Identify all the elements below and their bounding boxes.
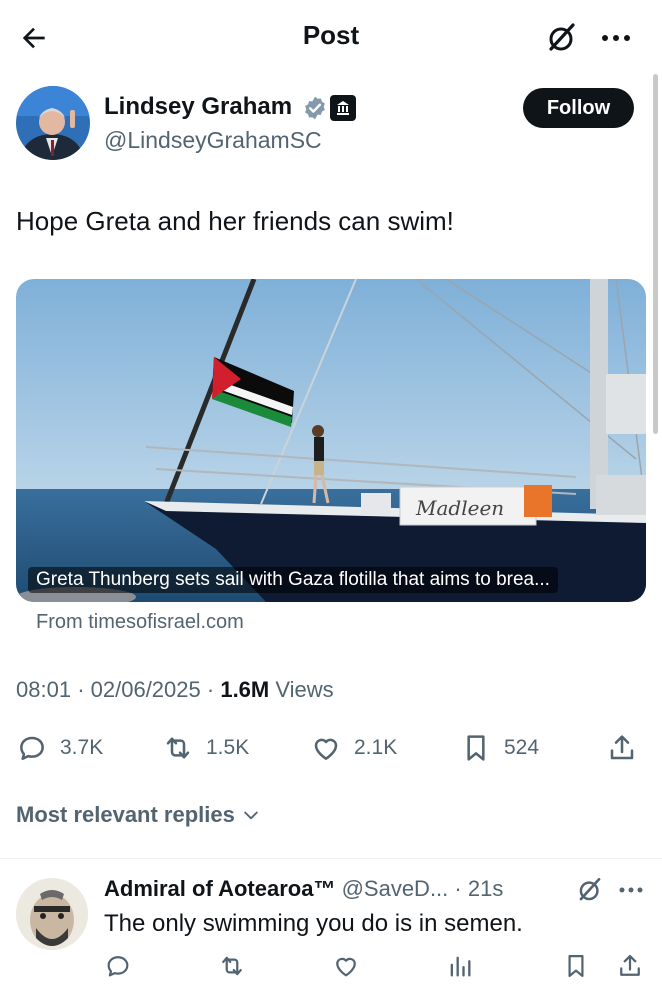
bookmark-button[interactable]: 524 — [460, 728, 539, 768]
reply-like-button[interactable] — [332, 952, 362, 982]
author-avatar[interactable] — [16, 86, 90, 160]
reply-author-name[interactable]: Admiral of Aotearoa™ — [104, 876, 335, 901]
boat-name-text: Madleen — [415, 496, 504, 520]
post-date: 02/06/2025 — [90, 677, 201, 702]
views-label[interactable]: Views — [275, 677, 333, 702]
post-time: 08:01 — [16, 677, 72, 702]
reply-reply-button[interactable] — [104, 952, 134, 982]
follow-button[interactable]: Follow — [523, 88, 634, 128]
reply-count: 3.7K — [60, 736, 104, 759]
action-bar: 3.7K 1.5K 2.1K 524 — [0, 728, 662, 768]
reply-icon — [20, 736, 44, 760]
more-horizontal-icon — [602, 35, 630, 41]
reply-separator: · — [454, 876, 462, 901]
reply-author-handle[interactable]: @SaveD... — [342, 876, 449, 901]
post-meta: 08:01 · 02/06/2025 · 1.6M Views — [16, 677, 334, 703]
repost-count: 1.5K — [206, 736, 250, 759]
reply-header: Admiral of Aotearoa™ @SaveD... · 21s — [104, 876, 503, 902]
share-icon — [620, 954, 640, 976]
link-card[interactable]: Madleen Greta Thunberg sets sail with Ga… — [16, 279, 646, 602]
reply-text: The only swimming you do is in semen. — [104, 910, 523, 937]
reply-share-button[interactable] — [616, 952, 646, 982]
grok-button[interactable] — [542, 18, 582, 58]
more-horizontal-icon — [619, 887, 643, 893]
reply-repost-button[interactable] — [218, 952, 248, 982]
share-icon — [610, 735, 634, 760]
grok-icon[interactable] — [576, 876, 604, 904]
meta-separator: · — [77, 677, 91, 702]
meta-separator: · — [206, 677, 221, 702]
heart-icon — [336, 957, 356, 977]
avatar-image — [16, 86, 90, 160]
scrollbar[interactable] — [653, 74, 658, 434]
government-building-icon — [330, 95, 356, 121]
replies-sort-button[interactable]: Most relevant replies — [16, 802, 261, 828]
like-button[interactable]: 2.1K — [310, 728, 397, 768]
reply-avatar[interactable] — [16, 878, 88, 950]
reply-time[interactable]: 21s — [468, 876, 503, 901]
reply-more-button[interactable] — [616, 876, 646, 904]
card-image: Madleen — [16, 279, 646, 602]
chevron-down-icon — [244, 811, 258, 820]
divider — [0, 858, 662, 859]
share-button[interactable] — [606, 728, 638, 768]
views-chart-icon — [450, 956, 471, 977]
reply-icon — [107, 956, 129, 977]
verified-badge-icon — [305, 96, 325, 120]
grok-icon — [549, 23, 575, 51]
heart-icon — [314, 738, 338, 760]
reply-action-bar — [0, 952, 662, 986]
top-bar: Post — [0, 0, 662, 74]
card-source[interactable]: From timesofisrael.com — [36, 611, 244, 634]
reply-views-button[interactable] — [446, 952, 476, 982]
reply-bookmark-button[interactable] — [562, 952, 592, 982]
replies-sort-label: Most relevant replies — [16, 802, 235, 827]
repost-icon — [166, 737, 190, 759]
bookmark-icon — [568, 954, 584, 978]
repost-button[interactable]: 1.5K — [162, 728, 249, 768]
post-text: Hope Greta and her friends can swim! — [16, 206, 454, 236]
more-button[interactable] — [596, 20, 636, 56]
bookmark-count: 524 — [504, 736, 540, 759]
repost-icon — [222, 956, 242, 976]
like-count: 2.1K — [354, 736, 398, 759]
reply-button[interactable]: 3.7K — [16, 728, 103, 768]
author-name[interactable]: Lindsey Graham — [104, 93, 292, 121]
card-caption: Greta Thunberg sets sail with Gaza floti… — [28, 567, 558, 593]
bookmark-icon — [467, 735, 485, 761]
author-handle[interactable]: @LindseyGrahamSC — [104, 127, 322, 154]
avatar-image — [16, 878, 88, 950]
views-count[interactable]: 1.6M — [220, 677, 269, 702]
